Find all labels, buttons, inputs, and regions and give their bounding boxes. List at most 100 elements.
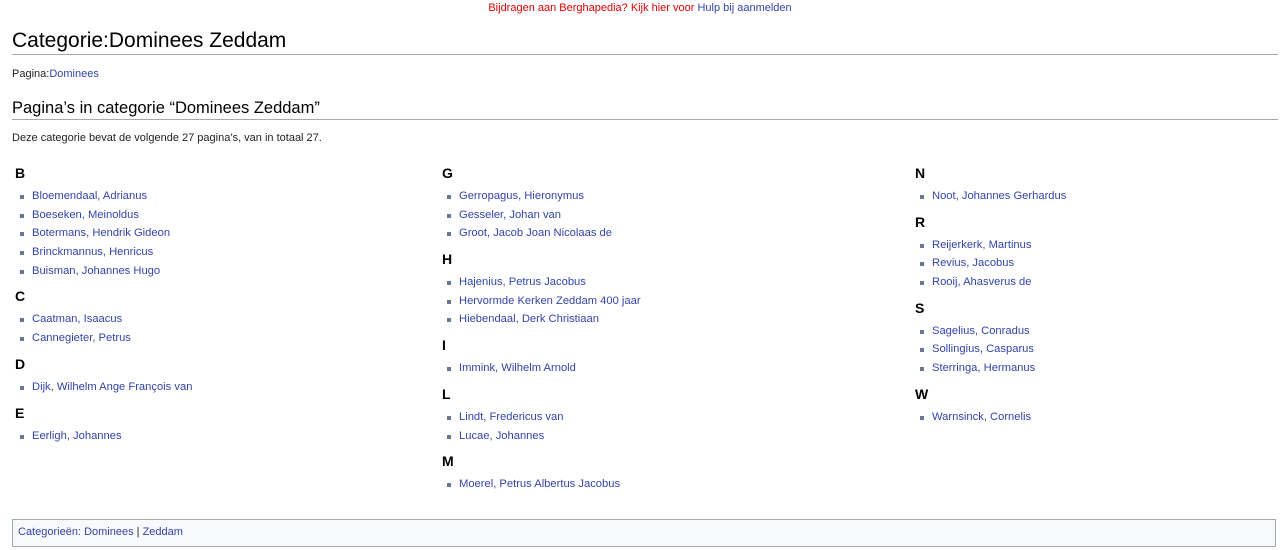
list-item: Hajenius, Petrus Jacobus — [442, 273, 641, 292]
group-letter: W — [915, 385, 929, 402]
letter-group-b: B Bloemendaal, Adrianus Boeseken, Meinol… — [15, 159, 192, 280]
category-column-3: N Noot, Johannes Gerhardus R Reijerkerk,… — [915, 159, 1066, 429]
page-link[interactable]: Bloemendaal, Adrianus — [32, 190, 147, 202]
page-link[interactable]: Immink, Wilhelm Arnold — [459, 362, 576, 374]
category-link-zeddam[interactable]: Zeddam — [143, 526, 183, 538]
list-item: Cannegieter, Petrus — [15, 329, 192, 348]
category-link-dominees[interactable]: Dominees — [84, 526, 134, 538]
letter-group-i: I Immink, Wilhelm Arnold — [442, 331, 641, 378]
category-separator: | — [136, 526, 140, 538]
page-link[interactable]: Gesseler, Johan van — [459, 209, 561, 221]
list-item: Gesseler, Johan van — [442, 206, 641, 225]
letter-group-h: H Hajenius, Petrus Jacobus Hervormde Ker… — [442, 245, 641, 329]
list-item: Sagelius, Conradus — [915, 322, 1066, 341]
page-link[interactable]: Lindt, Fredericus van — [459, 411, 563, 423]
letter-group-c: C Caatman, Isaacus Cannegieter, Petrus — [15, 282, 192, 347]
page-link[interactable]: Botermans, Hendrik Gideon — [32, 227, 170, 239]
page-link[interactable]: Boeseken, Meinoldus — [32, 209, 139, 221]
page-link[interactable]: Warnsinck, Cornelis — [932, 411, 1031, 423]
page-link[interactable]: Eerligh, Johannes — [32, 430, 122, 442]
category-column-2: G Gerropagus, Hieronymus Gesseler, Johan… — [442, 159, 641, 496]
letter-group-e: E Eerligh, Johannes — [15, 399, 192, 446]
page-link[interactable]: Brinckmannus, Henricus — [32, 246, 153, 258]
page-list: Moerel, Petrus Albertus Jacobus — [442, 475, 641, 494]
list-item: Groot, Jacob Joan Nicolaas de — [442, 224, 641, 243]
page-list: Caatman, Isaacus Cannegieter, Petrus — [15, 310, 192, 347]
page-link[interactable]: Noot, Johannes Gerhardus — [932, 190, 1066, 202]
page-list: Dijk, Wilhelm Ange François van — [15, 378, 192, 397]
page-list: Bloemendaal, Adrianus Boeseken, Meinoldu… — [15, 187, 192, 280]
list-item: Immink, Wilhelm Arnold — [442, 359, 641, 378]
site-notice-text: Bijdragen aan Berghapedia? Kijk hier voo… — [488, 2, 695, 14]
page-list: Immink, Wilhelm Arnold — [442, 359, 641, 378]
page-link[interactable]: Dijk, Wilhelm Ange François van — [32, 381, 192, 393]
letter-group-s: S Sagelius, Conradus Sollingius, Casparu… — [915, 294, 1066, 378]
list-item: Brinckmannus, Henricus — [15, 243, 192, 262]
letter-group-d: D Dijk, Wilhelm Ange François van — [15, 350, 192, 397]
page-link[interactable]: Gerropagus, Hieronymus — [459, 190, 584, 202]
group-letter: C — [15, 288, 26, 305]
main-page-label: Pagina: — [12, 68, 50, 80]
list-item: Botermans, Hendrik Gideon — [15, 224, 192, 243]
list-item: Caatman, Isaacus — [15, 310, 192, 329]
group-letter: G — [442, 165, 453, 181]
list-item: Sollingius, Casparus — [915, 340, 1066, 359]
page-link[interactable]: Sterringa, Hermanus — [932, 362, 1035, 374]
letter-group-l: L Lindt, Fredericus van Lucae, Johannes — [442, 380, 641, 445]
group-letter: M — [442, 453, 454, 470]
list-item: Revius, Jacobus — [915, 254, 1066, 273]
list-item: Buisman, Johannes Hugo — [15, 262, 192, 281]
page-link[interactable]: Moerel, Petrus Albertus Jacobus — [459, 478, 620, 490]
list-item: Reijerkerk, Martinus — [915, 236, 1066, 255]
list-item: Sterringa, Hermanus — [915, 359, 1066, 378]
page-link[interactable]: Rooij, Ahasverus de — [932, 276, 1032, 288]
letter-group-m: M Moerel, Petrus Albertus Jacobus — [442, 447, 641, 494]
list-item: Boeseken, Meinoldus — [15, 206, 192, 225]
page-link[interactable]: Buisman, Johannes Hugo — [32, 265, 160, 277]
site-notice: Bijdragen aan Berghapedia? Kijk hier voo… — [0, 2, 1280, 14]
letter-group-w: W Warnsinck, Cornelis — [915, 380, 1066, 427]
page-link[interactable]: Hervormde Kerken Zeddam 400 jaar — [459, 295, 641, 307]
group-letter: E — [15, 404, 25, 421]
main-page-link[interactable]: Dominees — [49, 68, 99, 80]
page-link[interactable]: Lucae, Johannes — [459, 430, 544, 442]
page-list: Reijerkerk, Martinus Revius, Jacobus Roo… — [915, 236, 1066, 292]
letter-group-n: N Noot, Johannes Gerhardus — [915, 159, 1066, 206]
list-item: Eerligh, Johannes — [15, 427, 192, 446]
group-letter: S — [915, 299, 925, 316]
page-list: Eerligh, Johannes — [15, 427, 192, 446]
group-letter: B — [15, 165, 26, 181]
page-list: Noot, Johannes Gerhardus — [915, 187, 1066, 206]
page-link[interactable]: Hajenius, Petrus Jacobus — [459, 276, 586, 288]
list-item: Hiebendaal, Derk Christiaan — [442, 310, 641, 329]
group-letter: I — [442, 337, 446, 354]
page-link[interactable]: Cannegieter, Petrus — [32, 332, 131, 344]
page-list: Sagelius, Conradus Sollingius, Casparus … — [915, 322, 1066, 378]
group-letter: H — [442, 251, 453, 268]
page-list: Hajenius, Petrus Jacobus Hervormde Kerke… — [442, 273, 641, 329]
page-list: Lindt, Fredericus van Lucae, Johannes — [442, 408, 641, 445]
list-item: Hervormde Kerken Zeddam 400 jaar — [442, 292, 641, 311]
page-link[interactable]: Groot, Jacob Joan Nicolaas de — [459, 227, 612, 239]
page-link[interactable]: Revius, Jacobus — [932, 257, 1014, 269]
page-link[interactable]: Reijerkerk, Martinus — [932, 239, 1031, 251]
list-item: Warnsinck, Cornelis — [915, 408, 1066, 427]
page-link[interactable]: Hiebendaal, Derk Christiaan — [459, 313, 599, 325]
list-item: Gerropagus, Hieronymus — [442, 187, 641, 206]
list-item: Noot, Johannes Gerhardus — [915, 187, 1066, 206]
page-count-text: Deze categorie bevat de volgende 27 pagi… — [12, 132, 322, 144]
main-page-line: Pagina:Dominees — [12, 68, 99, 80]
categories-label-link[interactable]: Categorieën: — [18, 526, 81, 538]
category-column-1: B Bloemendaal, Adrianus Boeseken, Meinol… — [15, 159, 192, 447]
page-list: Warnsinck, Cornelis — [915, 408, 1066, 427]
category-links-bar: Categorieën: Dominees | Zeddam — [12, 519, 1276, 547]
page-link[interactable]: Caatman, Isaacus — [32, 313, 122, 325]
help-signup-link[interactable]: Hulp bij aanmelden — [697, 2, 791, 14]
group-letter: N — [915, 165, 926, 181]
section-heading: Pagina’s in categorie “Dominees Zeddam” — [12, 97, 1278, 120]
list-item: Dijk, Wilhelm Ange François van — [15, 378, 192, 397]
group-letter: D — [15, 355, 26, 372]
page-link[interactable]: Sagelius, Conradus — [932, 325, 1030, 337]
page-link[interactable]: Sollingius, Casparus — [932, 343, 1034, 355]
list-item: Lindt, Fredericus van — [442, 408, 641, 427]
